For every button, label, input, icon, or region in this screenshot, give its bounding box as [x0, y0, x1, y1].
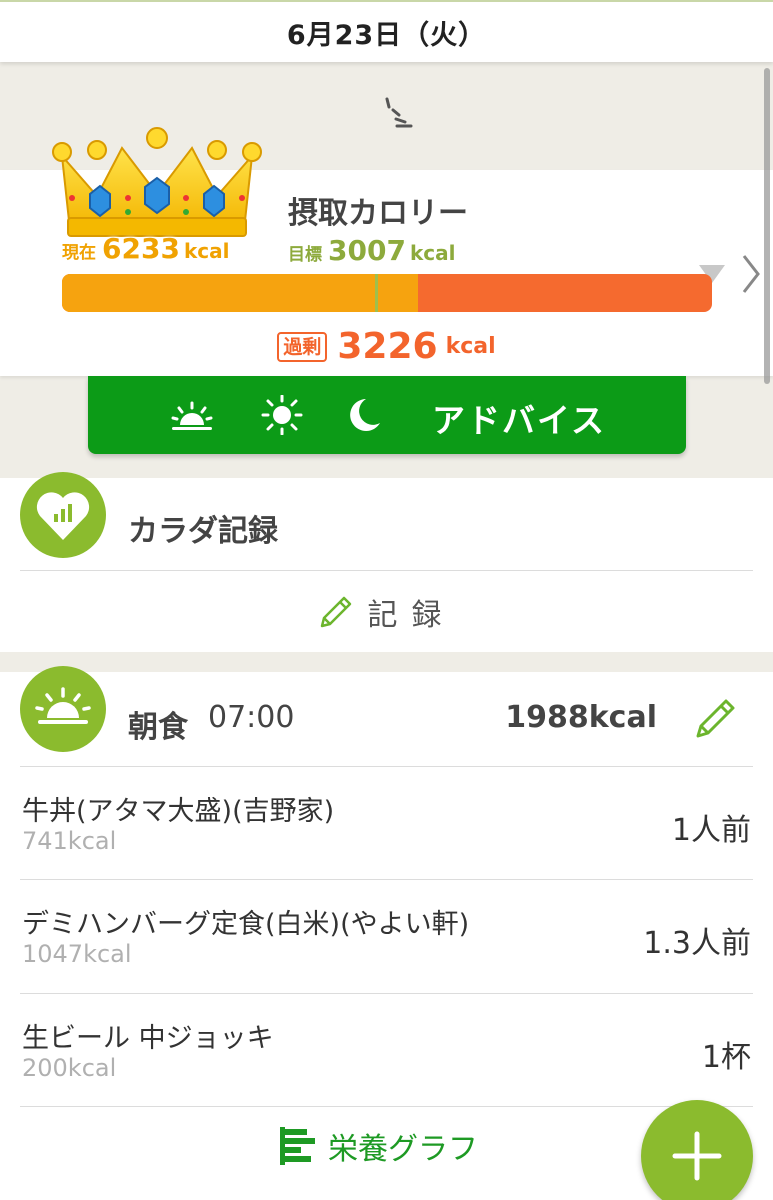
- current-value: 6233: [102, 232, 180, 265]
- nutrition-graph-label: 栄養グラフ: [328, 1132, 478, 1167]
- divider: [20, 570, 753, 571]
- chevron-right-icon[interactable]: [738, 250, 764, 298]
- meal-total-kcal: 1988kcal: [505, 700, 657, 735]
- loading-spinner-icon: [385, 97, 413, 128]
- food-name: 牛丼(アタマ大盛)(吉野家): [22, 796, 335, 827]
- body-record-title: カラダ記録: [128, 514, 278, 549]
- nutrition-graph-button[interactable]: 栄養グラフ: [278, 1124, 478, 1168]
- pencil-icon: [320, 596, 351, 628]
- sunrise-icon: [20, 666, 106, 752]
- date-title: 6月23日（火）: [286, 19, 487, 51]
- calorie-title: 摂取カロリー: [288, 196, 468, 231]
- meal-time: 07:00: [208, 700, 295, 735]
- food-item[interactable]: 牛丼(アタマ大盛)(吉野家) 741kcal 1人前: [0, 767, 773, 880]
- advice-label: アドバイス: [432, 401, 607, 440]
- food-qty: 1杯: [701, 1040, 751, 1075]
- record-button[interactable]: 記録: [0, 590, 773, 634]
- calorie-progress-bar: [62, 274, 712, 312]
- add-button[interactable]: [641, 1100, 753, 1200]
- heart-chart-icon: [20, 472, 106, 558]
- sunrise-icon: [171, 401, 213, 430]
- crown-icon: [52, 127, 262, 237]
- advice-button[interactable]: アドバイス: [88, 376, 686, 454]
- food-name: 生ビール 中ジョッキ: [22, 1023, 274, 1054]
- target-calories: 目標 3007 kcal: [288, 234, 455, 267]
- food-item[interactable]: デミハンバーグ定食(白米)(やよい軒) 1047kcal 1.3人前: [0, 880, 773, 993]
- food-kcal: 1047kcal: [22, 940, 132, 968]
- moon-icon: [350, 399, 380, 431]
- current-unit: kcal: [183, 239, 230, 263]
- calorie-progress-fill: [62, 274, 419, 312]
- excess-value: 3226: [337, 326, 438, 367]
- meal-title: 朝食: [128, 710, 188, 745]
- body-record-section: カラダ記録 記録: [0, 472, 773, 652]
- target-label: 目標: [288, 245, 322, 265]
- current-calories: 現在 6233 kcal: [62, 232, 229, 265]
- date-header: 6月23日（火）: [0, 0, 773, 62]
- plus-icon: [672, 1131, 722, 1181]
- food-qty: 1.3人前: [643, 926, 751, 961]
- food-kcal: 741kcal: [22, 827, 117, 855]
- scrollbar[interactable]: [764, 68, 770, 384]
- target-tick: [375, 274, 379, 312]
- excess-badge: 過剰: [277, 331, 328, 362]
- food-qty: 1人前: [671, 813, 751, 848]
- target-unit: kcal: [409, 241, 456, 265]
- current-label: 現在: [62, 243, 96, 263]
- bar-graph-icon: [280, 1127, 315, 1165]
- food-name: デミハンバーグ定食(白米)(やよい軒): [22, 909, 470, 940]
- edit-meal-pencil-icon[interactable]: [694, 696, 738, 740]
- food-kcal: 200kcal: [22, 1054, 117, 1082]
- food-item[interactable]: 生ビール 中ジョッキ 200kcal 1杯: [0, 994, 773, 1107]
- excess-unit: kcal: [445, 334, 496, 359]
- target-value: 3007: [328, 234, 406, 267]
- record-label: 記録: [367, 598, 456, 633]
- sun-icon: [261, 395, 303, 435]
- excess-calories: 過剰 3226 kcal: [0, 326, 773, 367]
